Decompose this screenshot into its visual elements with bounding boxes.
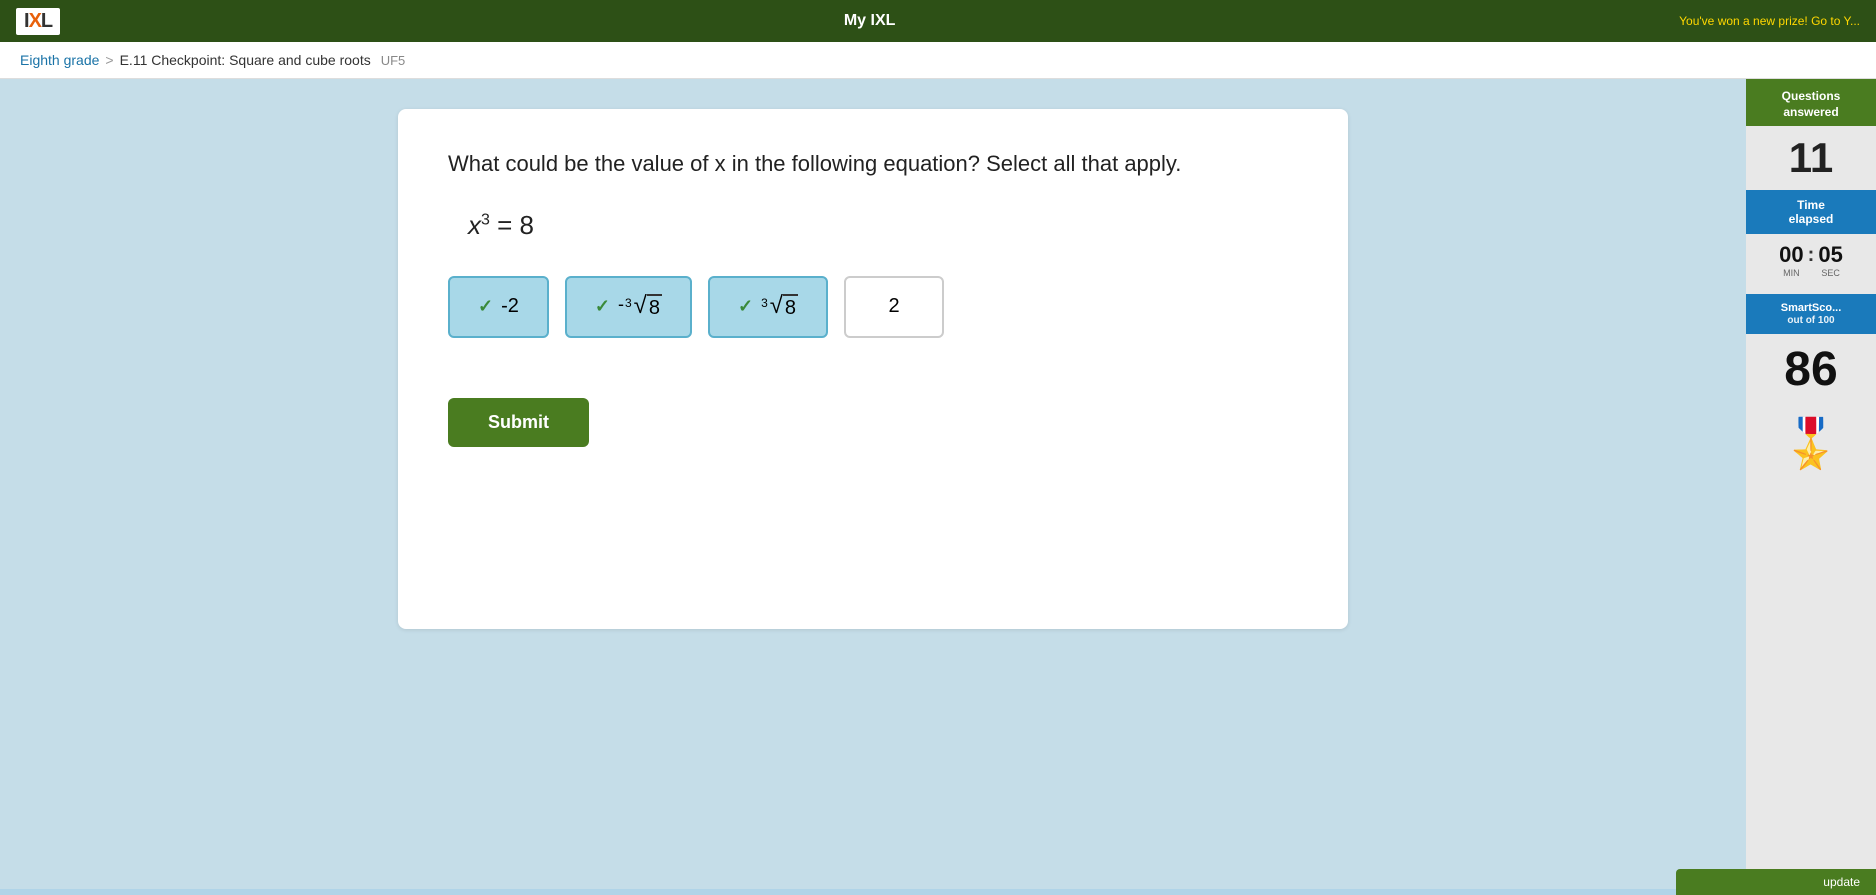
- smartscore-label: SmartSco... out of 100: [1746, 294, 1876, 334]
- top-bar: IXL My IXL You've won a new prize! Go to…: [0, 0, 1876, 42]
- questions-answered-label: Questionsanswered: [1746, 79, 1876, 126]
- check-a: ✓: [478, 296, 493, 317]
- choice-b-label: - 3 √ 8: [618, 294, 662, 320]
- breadcrumb-grade[interactable]: Eighth grade: [20, 52, 99, 68]
- check-b: ✓: [595, 296, 610, 317]
- equation-display: x3 = 8: [468, 210, 1298, 241]
- update-bar[interactable]: update: [1676, 869, 1876, 895]
- choice-c[interactable]: ✓ 3 √ 8: [708, 276, 828, 338]
- time-minutes: 00 MIN: [1779, 242, 1803, 278]
- questions-count: 11: [1789, 134, 1833, 182]
- breadcrumb-code: UF5: [381, 53, 406, 68]
- main-layout: What could be the value of x in the foll…: [0, 79, 1876, 889]
- prize-notice: You've won a new prize! Go to Y...: [1679, 14, 1860, 28]
- time-display: 00 MIN : 05 SEC: [1779, 242, 1843, 278]
- check-c: ✓: [738, 296, 753, 317]
- nav-center: My IXL: [60, 12, 1679, 30]
- time-seconds: 05 SEC: [1818, 242, 1842, 278]
- smartscore-value: 86: [1784, 342, 1837, 397]
- breadcrumb-separator: >: [105, 52, 113, 68]
- choice-d-label: 2: [888, 295, 899, 318]
- breadcrumb-lesson: E.11 Checkpoint: Square and cube roots: [120, 52, 371, 68]
- choice-d[interactable]: 2: [844, 276, 944, 338]
- question-card: What could be the value of x in the foll…: [398, 109, 1348, 629]
- choices-container: ✓ -2 ✓ - 3 √ 8 ✓ 3: [448, 276, 1298, 338]
- choice-c-label: 3 √ 8: [761, 294, 798, 320]
- choice-b[interactable]: ✓ - 3 √ 8: [565, 276, 692, 338]
- choice-a[interactable]: ✓ -2: [448, 276, 549, 338]
- breadcrumb: Eighth grade > E.11 Checkpoint: Square a…: [0, 42, 1876, 79]
- time-elapsed-label: Timeelapsed: [1746, 190, 1876, 234]
- smartscore-sub: out of 100: [1787, 315, 1834, 326]
- content-area: What could be the value of x in the foll…: [0, 79, 1746, 889]
- submit-button[interactable]: Submit: [448, 398, 589, 447]
- question-text: What could be the value of x in the foll…: [448, 149, 1298, 180]
- sidebar: Questionsanswered 11 Timeelapsed 00 MIN …: [1746, 79, 1876, 889]
- ixl-logo[interactable]: IXL: [16, 8, 60, 35]
- choice-a-label: -2: [501, 295, 519, 318]
- ribbon-icon: 🎖️: [1781, 415, 1841, 472]
